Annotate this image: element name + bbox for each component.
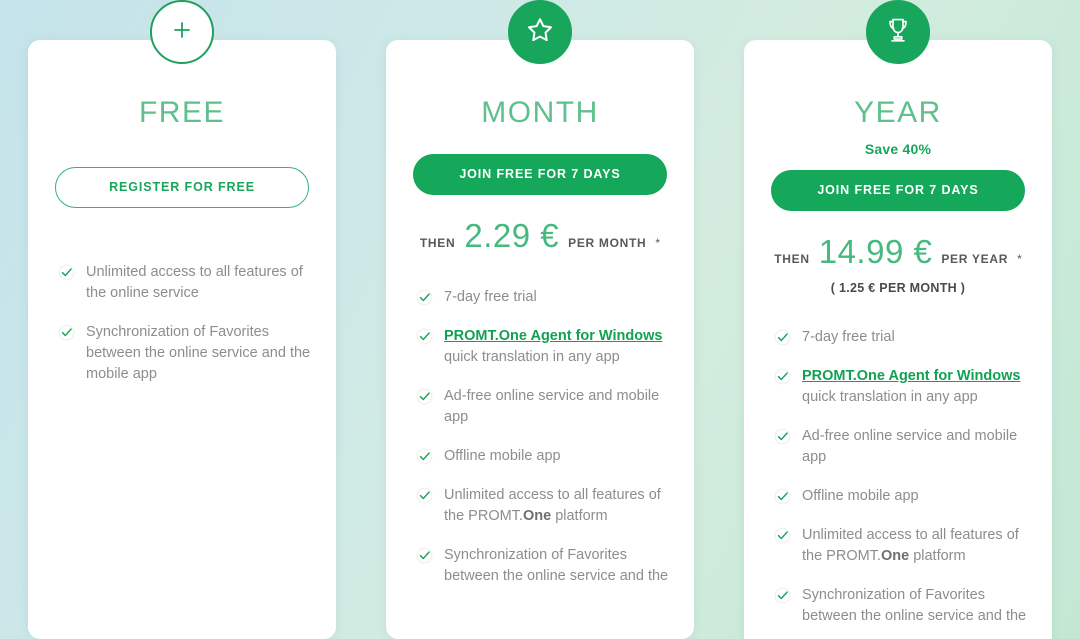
price-asterisk: * — [1017, 251, 1022, 266]
feature-link[interactable]: PROMT.One Agent for Windows — [802, 368, 1020, 384]
feature-text: Unlimited access to all features of the … — [802, 525, 1030, 567]
feature-text-post: platform — [909, 547, 966, 564]
feature-text-bold: One — [522, 507, 552, 524]
feature-text: 7-day free trial — [802, 328, 895, 345]
feature-text: Synchronization of Favorites between the… — [86, 323, 311, 382]
price-spacer — [28, 208, 336, 230]
feature-item: Offline mobile app — [774, 486, 1030, 507]
price-then-label: THEN — [419, 235, 456, 250]
feature-item: Ad-free online service and mobile app — [774, 426, 1030, 468]
feature-item: Synchronization of Favorites between the… — [416, 545, 672, 587]
feature-item: Ad-free online service and mobile app — [416, 386, 672, 428]
feature-item: 7-day free trial — [416, 287, 672, 308]
feature-text: Synchronization of Favorites between the… — [444, 546, 669, 584]
feature-item: Unlimited access to all features of the … — [774, 525, 1030, 567]
feature-text: PROMT.One Agent for Windows quick transla… — [802, 366, 1020, 408]
price-period-label: PER MONTH — [568, 235, 647, 250]
price-asterisk: * — [655, 235, 661, 250]
star-icon — [525, 15, 555, 50]
pricing-plans: FREE REGISTER FOR FREE Unlimited access to… — [0, 0, 1080, 639]
check-icon — [774, 488, 791, 505]
check-icon — [774, 368, 791, 385]
check-icon — [416, 448, 433, 465]
check-icon — [58, 324, 75, 341]
price-then-label: THEN — [774, 251, 810, 266]
price-period-label: PER YEAR — [941, 251, 1009, 266]
price-row-month: THEN 2.29 € PER MONTH * — [386, 217, 694, 255]
check-icon — [416, 388, 433, 405]
feature-item: Synchronization of Favorites between the… — [58, 322, 314, 385]
plus-icon — [170, 18, 194, 47]
cta-wrapper-free: REGISTER FOR FREE — [28, 167, 336, 208]
check-icon — [416, 487, 433, 504]
pricing-card-free: FREE REGISTER FOR FREE Unlimited access to… — [28, 0, 336, 639]
check-icon — [774, 527, 791, 544]
feature-item: PROMT.One Agent for Windows quick transla… — [774, 366, 1030, 408]
plan-badge-year — [866, 0, 930, 64]
plan-title-month: MONTH — [481, 96, 599, 129]
feature-text: Synchronization of Favorites between the… — [802, 586, 1027, 624]
price-amount: 2.29 € — [464, 216, 560, 254]
feature-text: PROMT.One Agent for Windows quick transla… — [444, 326, 662, 368]
cta-wrapper-month: JOIN FREE FOR 7 DAYS — [386, 154, 694, 195]
feature-item: Unlimited access to all features of the … — [58, 262, 314, 304]
feature-item: Synchronization of Favorites between the… — [774, 585, 1030, 627]
plan-badge-month — [508, 0, 572, 64]
feature-item: PROMT.One Agent for Windows quick transla… — [416, 326, 672, 368]
trophy-icon — [883, 15, 913, 50]
check-icon — [774, 428, 791, 445]
price-sub-note: ( 1.25 € PER MONTH ) — [830, 280, 966, 295]
feature-text-bold: One — [880, 547, 910, 564]
check-icon — [58, 264, 75, 281]
feature-item: Unlimited access to all features of the … — [416, 485, 672, 527]
pricing-card-year: YEAR Save 40% JOIN FREE FOR 7 DAYS THEN 14.9… — [744, 0, 1052, 639]
check-icon — [416, 289, 433, 306]
check-icon — [774, 329, 791, 346]
feature-text: Unlimited access to all features of the … — [444, 485, 672, 527]
feature-list-year: 7-day free trial PROMT.One Agent for Wind… — [744, 327, 1052, 627]
price-amount: 14.99 € — [818, 232, 933, 270]
plan-title-free: FREE — [138, 96, 225, 129]
plan-title-year: YEAR — [854, 96, 942, 129]
feature-list-month: 7-day free trial PROMT.One Agent for Wind… — [386, 287, 694, 587]
price-row-year: THEN 14.99 € PER YEAR * — [744, 233, 1052, 271]
plan-badge-free — [150, 0, 214, 64]
check-icon — [416, 328, 433, 345]
feature-list-free: Unlimited access to all features of the … — [28, 262, 336, 385]
feature-sub-text: quick translation in any app — [802, 388, 978, 405]
feature-text-post: platform — [551, 507, 608, 524]
feature-text: Ad-free online service and mobile app — [802, 427, 1018, 465]
pricing-card-month: MONTH JOIN FREE FOR 7 DAYS THEN 2.29 € PER M… — [386, 0, 694, 639]
feature-text: Offline mobile app — [802, 487, 919, 504]
feature-text: Unlimited access to all features of the … — [86, 263, 303, 301]
feature-link[interactable]: PROMT.One Agent for Windows — [444, 328, 662, 344]
cta-wrapper-year: JOIN FREE FOR 7 DAYS — [744, 170, 1052, 211]
cta-button-month[interactable]: JOIN FREE FOR 7 DAYS — [413, 154, 667, 195]
plan-save-badge: Save 40% — [864, 141, 932, 157]
feature-item: 7-day free trial — [774, 327, 1030, 348]
cta-button-free[interactable]: REGISTER FOR FREE — [55, 167, 309, 208]
feature-text: Ad-free online service and mobile app — [444, 387, 660, 425]
check-icon — [416, 547, 433, 564]
check-icon — [774, 587, 791, 604]
feature-text: 7-day free trial — [444, 288, 537, 305]
cta-button-year[interactable]: JOIN FREE FOR 7 DAYS — [771, 170, 1025, 211]
feature-text: Offline mobile app — [444, 447, 561, 464]
feature-item: Offline mobile app — [416, 446, 672, 467]
feature-sub-text: quick translation in any app — [444, 348, 620, 365]
